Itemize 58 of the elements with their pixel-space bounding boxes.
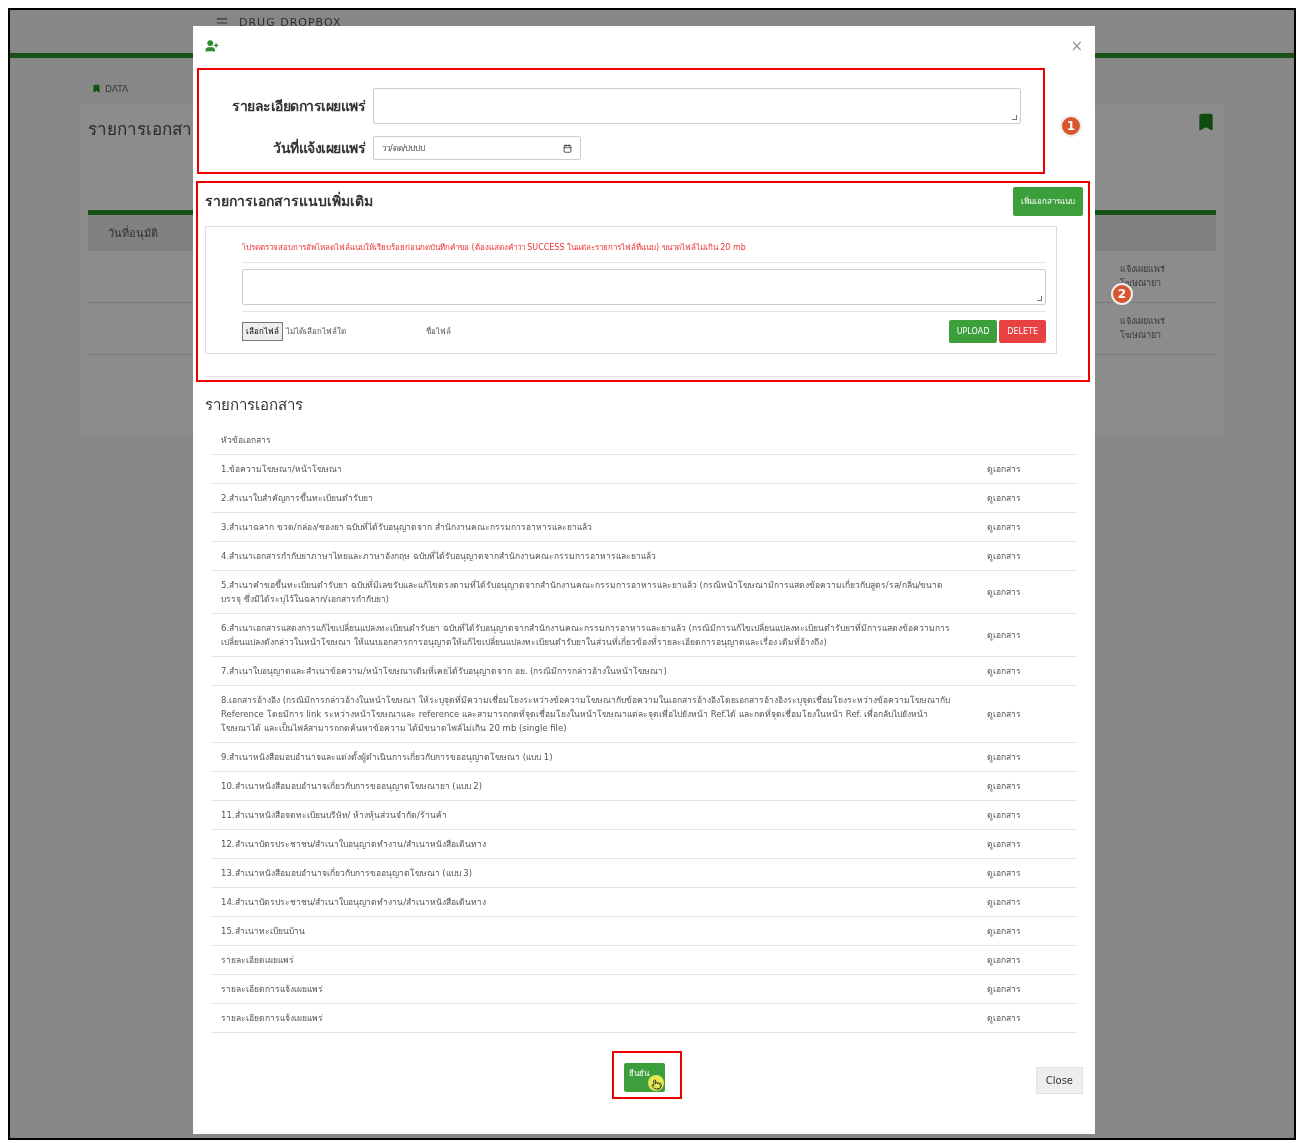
calendar-icon[interactable]	[563, 143, 572, 153]
view-document-link[interactable]: ดูเอกสาร	[987, 953, 1067, 968]
table-cell-text: 7.สำเนาใบอนุญาตและสำเนาข้อความ/หน้าโฆษณาเดิมที่เคยได้รับอนุญาตจาก อย. (กรณีมีการกล่าวอ้างในหน้าโฆษณา)	[221, 664, 668, 679]
annotation-frame	[612, 1051, 682, 1099]
table-cell-text: รายละเอียดการแจ้งเผยแพร่	[221, 983, 324, 997]
table-cell-text: 5.สำเนาคำขอขึ้นทะเบียนตำรับยา ฉบับที่มีเลขรับและแก้ไขตรงตามที่ได้รับอนุญาตจากสำนักงานคณะกรรมการอาหารและยาแล้ว (กรณีหน้าโฆษณามีการแสดงข้อความเกี่ยวกับสูตร/รส/กลิ่น/ขนาดบรรจุ ซึ่งมิได้ระบุไว้ในฉลาก/เอกสารกำกับยา)	[221, 578, 945, 607]
table-cell-text: 4.สำเนาเอกสารกำกับยาภาษาไทยและภาษาอังกฤษ ฉบับที่ได้รับอนุญาตจากสำนักงานคณะกรรมการอาหารและยาแล้ว	[221, 549, 657, 564]
view-document-link[interactable]: ดูเอกสาร	[987, 462, 1067, 476]
view-document-link[interactable]: ดูเอกสาร	[987, 924, 1067, 939]
table-cell-text: 11.สำเนาหนังสือจดทะเบียนบริษัท/ ห้างหุ้นส่วนจำกัด/ร้านค้า	[221, 809, 448, 823]
section-title: รายการเอกสาร	[205, 395, 304, 416]
view-document-link[interactable]: ดูเอกสาร	[987, 664, 1067, 679]
view-document-link[interactable]: ดูเอกสาร	[987, 779, 1067, 794]
view-document-link[interactable]: ดูเอกสาร	[987, 866, 1067, 881]
table-cell-text: 13.สำเนาหนังสือมอบอำนาจเกี่ยวกับการขออนุญาตโฆษณา (แบบ 3)	[221, 866, 473, 881]
file-status: ไม่ได้เลือกไฟล์ใด	[286, 326, 346, 338]
table-cell-text: 12.สำเนาบัตรประชาชน/สำเนาใบอนุญาตทำงาน/สำเนาหนังสือเดินทาง	[221, 838, 488, 852]
hand-cursor-icon	[650, 1079, 662, 1091]
view-document-link[interactable]: ดูเอกสาร	[987, 707, 1067, 722]
close-button[interactable]: Close	[1035, 1067, 1083, 1095]
table-cell-text: แจ้งเผยแพร่ โฆษณายา	[1120, 315, 1166, 342]
bookmark-icon[interactable]	[1196, 112, 1216, 132]
table-cell-text: รายละเอียดเผยแพร่	[221, 954, 295, 968]
table-cell-text: 1.ข้อความโฆษณา/หน้าโฆษณา	[221, 463, 343, 476]
view-document-link[interactable]: ดูเอกสาร	[987, 491, 1067, 505]
view-document-link[interactable]: ดูเอกสาร	[987, 808, 1067, 823]
view-document-link[interactable]: ดูเอกสาร	[987, 1011, 1067, 1026]
column-header: วันที่อนุมัติ	[108, 224, 158, 242]
view-document-link[interactable]: ดูเอกสาร	[987, 982, 1067, 997]
section-title: รายการเอกสารแนบเพิ่มเติม	[205, 190, 373, 211]
table-cell-text: 15.สำเนาทะเบียนบ้าน	[221, 925, 306, 939]
view-document-link[interactable]: ดูเอกสาร	[987, 837, 1067, 852]
delete-button[interactable]: DELETE	[999, 320, 1046, 343]
view-document-link[interactable]: ดูเอกสาร	[987, 549, 1067, 564]
table-cell-text: 2.สำเนาใบสำคัญการขึ้นทะเบียนตำรับยา	[221, 491, 375, 505]
user-plus-icon	[205, 39, 219, 53]
view-document-link[interactable]: ดูเอกสาร	[987, 585, 1067, 600]
date-field[interactable]: วว/ดด/ปปปป	[373, 136, 581, 160]
app-title: DRUG DROPBOX	[239, 16, 342, 29]
table-cell-text: รายละเอียดการแจ้งเผยแพร่	[221, 1012, 324, 1026]
table-cell-text: 3.สำเนาฉลาก ขวด/กล่อง/ซองยา ฉบับที่ได้รับอนุญาตจาก สำนักงานคณะกรรมการอาหารและยาแล้ว	[221, 520, 593, 535]
bookmark-icon	[92, 84, 101, 93]
field-label: รายละเอียดการเผยแพร่	[231, 97, 365, 116]
page-heading: รายการเอกสา	[88, 118, 192, 141]
upload-notice: โปรดตรวจสอบการอัพโหลดไฟล์แนบให้เรียบร้อยก่อนกดบันทึกคำขอ (ต้องแสดงคำว่า SUCCESS ในแต่ละรายการไฟล์ที่แนบ) ขนาดไฟล์ไม่เกิน 20 mb	[242, 235, 1046, 263]
column-header: หัวข้อเอกสาร	[221, 434, 272, 448]
table-cell-text: 8.เอกสารอ้างอิง (กรณีมีการกล่าวอ้างในหน้าโฆษณา ให้ระบุจุดที่มีความเชื่อมโยงระหว่างข้อความโฆษณากับข้อความในเอกสารอ้างอิงโดยเอกสารอ้างอิงระบุจุดเชื่อมโยงระหว่างข้อความโฆษณากับ Reference โดยมีการ link ระหว่างหน้าโฆษณาและ reference และสามารถกดที่จุดเชื่อมโยงในหน้าโฆษณาแต่ละจุดเพื่อไปยังหน้า Ref.ได้ และกดที่จุดเชื่อมโยงในหน้า Ref. เพื่อกลับไปยังหน้าโฆษณาได้ และเป็นไฟล์สามารถกดค้นหาข้อความ ได้มีขนาดไฟล์ไม่เกิน 20 mb (single file)	[221, 693, 951, 736]
table-cell-text: 6.สำเนาเอกสารแสดงการแก้ไขเปลี่ยนแปลงทะเบียนตำรับยา ฉบับที่ได้รับอนุญาตจากสำนักงานคณะกรรมการอาหารและยาแล้ว (กรณีมีการแก้ไขเปลี่ยนแปลงทะเบียนตำรับยาที่มีการแสดงข้อความการเปลี่ยนแปลงดังกล่าวในหน้าโฆษณา ให้แนบเอกสารการอนุญาตให้แก้ไขเปลี่ยนแปลงทะเบียนตำรับยาในส่วนที่เกี่ยวข้องที่รายละเอียดการอนุญาตและเรื่อง เดิมที่อ้างถึง)	[221, 621, 951, 650]
field-label: วันที่แจ้งเผยแพร่	[272, 137, 365, 158]
file-name-label: ชื่อไฟล์	[426, 325, 451, 338]
table-cell-text: 10.สำเนาหนังสือมอบอำนาจเกี่ยวกับการขออนุญาตโฆษณายา (แบบ 2)	[221, 779, 483, 794]
view-document-link[interactable]: ดูเอกสาร	[987, 750, 1067, 765]
view-document-link[interactable]: ดูเอกสาร	[987, 520, 1067, 535]
table-cell-text: 9.สำเนาหนังสือมอบอำนาจและแต่งตั้งผู้ดำเนินการเกี่ยวกับการขออนุญาตโฆษณา (แบบ 1)	[221, 750, 554, 765]
view-document-link[interactable]: ดูเอกสาร	[987, 895, 1067, 910]
choose-file-button[interactable]: เลือกไฟล์	[242, 322, 283, 341]
view-document-link[interactable]: ดูเอกสาร	[987, 628, 1067, 643]
table-cell-text: 14.สำเนาบัตรประชาชน/สำเนาใบอนุญาตทำงาน/สำเนาหนังสือเดินทาง	[221, 896, 488, 910]
